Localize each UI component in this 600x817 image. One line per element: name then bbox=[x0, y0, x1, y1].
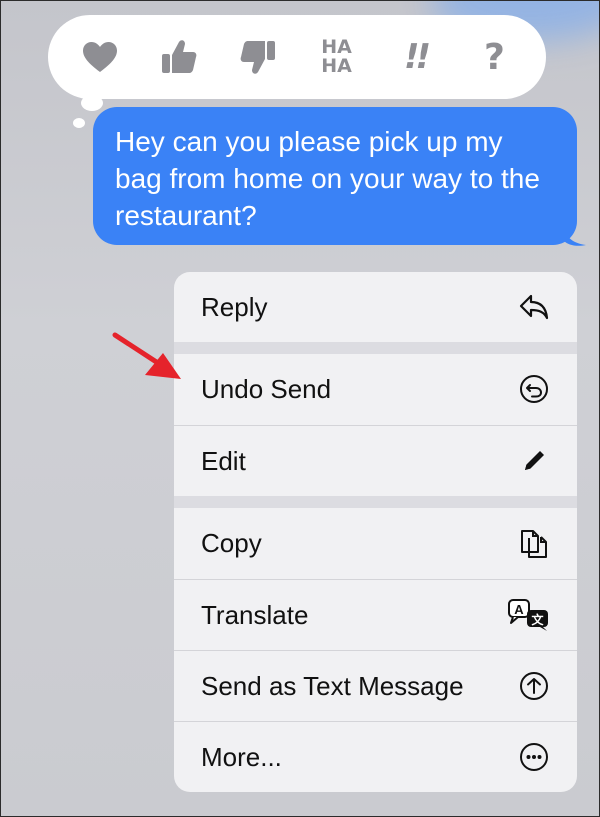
haha-icon[interactable]: HA HA bbox=[309, 29, 365, 85]
message-bubble[interactable]: Hey can you please pick up my bag from h… bbox=[93, 107, 577, 245]
haha-text: HA HA bbox=[321, 38, 352, 76]
send-arrow-up-icon bbox=[517, 669, 551, 703]
menu-item-label: Edit bbox=[201, 445, 246, 476]
menu-item-undo-send[interactable]: Undo Send bbox=[174, 354, 577, 424]
thumbs-up-icon[interactable] bbox=[151, 29, 207, 85]
haha-line-2: HA bbox=[321, 55, 352, 77]
exclamation-icon[interactable]: !! bbox=[388, 29, 444, 85]
message-bubble-tail bbox=[564, 227, 586, 246]
message-text: Hey can you please pick up my bag from h… bbox=[115, 126, 540, 231]
more-icon bbox=[517, 740, 551, 774]
pencil-icon bbox=[517, 444, 551, 478]
menu-item-label: Send as Text Message bbox=[201, 670, 464, 701]
tapback-bar: HA HA !! ? bbox=[48, 15, 546, 99]
undo-send-icon bbox=[517, 372, 551, 406]
menu-item-edit[interactable]: Edit bbox=[174, 426, 577, 496]
question-icon[interactable]: ? bbox=[467, 29, 523, 85]
copy-icon bbox=[517, 526, 551, 560]
menu-item-label: More... bbox=[201, 741, 282, 772]
reply-icon bbox=[517, 290, 551, 324]
menu-group-separator bbox=[174, 496, 577, 508]
tapback-tail-large bbox=[81, 95, 103, 111]
tapback-tail-small bbox=[73, 118, 85, 128]
screen: HA HA !! ? Hey can you please pick up my… bbox=[0, 0, 600, 817]
translate-glyph-a: A bbox=[514, 602, 524, 617]
translate-icon: A 文 bbox=[507, 598, 551, 632]
menu-item-label: Translate bbox=[201, 599, 309, 630]
menu-item-label: Copy bbox=[201, 527, 262, 558]
thumbs-down-icon[interactable] bbox=[230, 29, 286, 85]
menu-item-label: Undo Send bbox=[201, 373, 332, 404]
annotation-arrow-icon bbox=[112, 332, 181, 379]
menu-item-label: Reply bbox=[201, 291, 268, 322]
exclamation-text: !! bbox=[403, 37, 431, 77]
translate-glyph-b: 文 bbox=[531, 612, 544, 627]
menu-item-send-as-text[interactable]: Send as Text Message bbox=[174, 651, 577, 721]
menu-item-copy[interactable]: Copy bbox=[174, 508, 577, 578]
menu-item-translate[interactable]: Translate A 文 bbox=[174, 580, 577, 650]
heart-icon[interactable] bbox=[72, 29, 128, 85]
context-menu: Reply Undo Send Edit Copy Translate A 文 … bbox=[174, 272, 577, 792]
menu-item-more[interactable]: More... bbox=[174, 722, 577, 792]
menu-group-separator bbox=[174, 342, 577, 354]
menu-item-reply[interactable]: Reply bbox=[174, 272, 577, 342]
question-text: ? bbox=[484, 36, 505, 78]
